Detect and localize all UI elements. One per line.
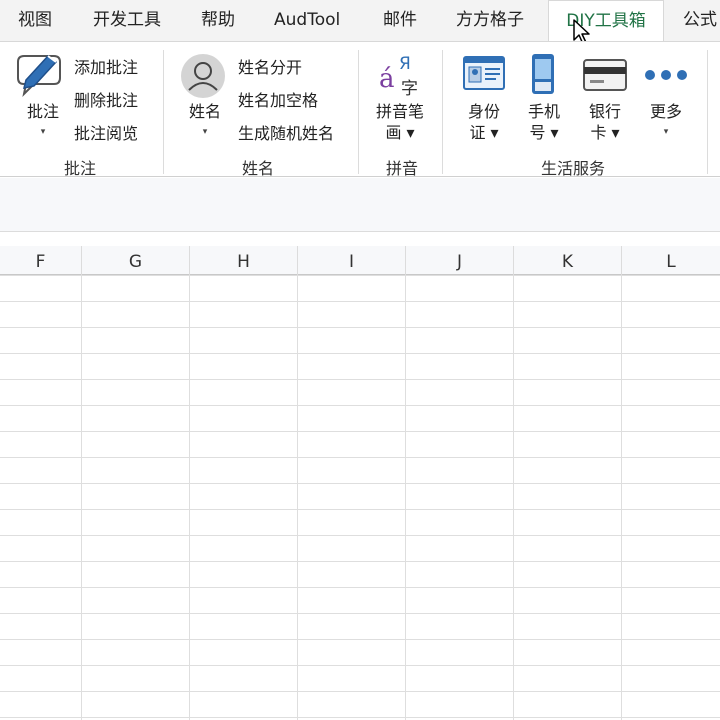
column-g-label: G bbox=[128, 252, 143, 272]
add-comment-button[interactable]: 添加批注 bbox=[74, 54, 138, 78]
browse-comment-label: 批注阅览 bbox=[74, 124, 139, 143]
pinyin-button-label: 拼音笔 bbox=[375, 102, 424, 121]
name-add-space-label: 姓名加空格 bbox=[238, 91, 319, 110]
id-card-label-2: 证 ▾ bbox=[469, 123, 499, 142]
column-header-h[interactable]: H bbox=[190, 246, 298, 275]
ribbon-tab-bar: 视图 开发工具 帮助 AudTool 邮件 方方格子 DIY工具箱 公式 bbox=[0, 0, 720, 42]
column-header-g[interactable]: G bbox=[82, 246, 190, 275]
delete-comment-label: 删除批注 bbox=[74, 91, 139, 110]
grid-column-line bbox=[81, 275, 82, 720]
name-group-label: 姓名 bbox=[241, 159, 274, 178]
column-l-label: L bbox=[666, 252, 676, 272]
life-service-group-label: 生活服务 bbox=[540, 159, 605, 178]
bank-card-label: 银行 bbox=[588, 102, 621, 121]
browse-comment-button[interactable]: 批注阅览 bbox=[74, 120, 138, 144]
grid-column-line bbox=[189, 275, 190, 720]
grid-column-line bbox=[405, 275, 406, 720]
column-header-l[interactable]: L bbox=[622, 246, 720, 275]
comment-dropdown-caret: ▾ bbox=[40, 127, 46, 137]
pen-speech-bubble-icon bbox=[17, 54, 61, 98]
tab-developer[interactable]: 开发工具 bbox=[93, 0, 161, 41]
id-card-label: 身份 bbox=[467, 102, 500, 121]
column-header-i[interactable]: I bbox=[298, 246, 406, 275]
column-h-label: H bbox=[237, 252, 250, 272]
tab-formulas[interactable]: 公式 bbox=[683, 0, 717, 41]
more-dots-icon bbox=[645, 70, 687, 80]
pinyin-button-label-2: 画 ▾ bbox=[385, 123, 415, 142]
random-name-label: 生成随机姓名 bbox=[238, 124, 335, 143]
tab-view-label: 视图 bbox=[18, 10, 52, 30]
bank-card-icon bbox=[583, 59, 627, 91]
group-divider bbox=[358, 50, 359, 174]
id-card-icon bbox=[463, 56, 505, 90]
random-name-button[interactable]: 生成随机姓名 bbox=[238, 120, 334, 144]
tab-diy-toolbox[interactable]: DIY工具箱 bbox=[548, 0, 664, 42]
formula-bar-area[interactable] bbox=[0, 178, 720, 232]
column-j-label: J bbox=[456, 252, 462, 272]
column-header-f[interactable]: F bbox=[0, 246, 82, 275]
tab-mail-label: 邮件 bbox=[383, 10, 417, 30]
group-divider bbox=[442, 50, 443, 174]
tab-fangfanggezi-label: 方方格子 bbox=[456, 10, 524, 30]
column-f-label: F bbox=[35, 252, 46, 272]
bank-card-label-2: 卡 ▾ bbox=[590, 123, 620, 142]
person-avatar-icon bbox=[181, 54, 225, 98]
grid-column-line bbox=[513, 275, 514, 720]
pinyin-icon-char: 字 bbox=[401, 79, 418, 99]
pinyin-group-label: 拼音 bbox=[385, 159, 418, 178]
group-divider bbox=[163, 50, 164, 174]
tab-formulas-label: 公式 bbox=[683, 10, 717, 30]
tab-view[interactable]: 视图 bbox=[18, 0, 52, 41]
ribbon-panel: 批注 ▾ 添加批注 删除批注 批注阅览 批注 姓名 ▾ 姓名分开 姓名加空格 生… bbox=[0, 41, 720, 178]
pinyin-icon: á Я 字 bbox=[377, 54, 425, 99]
name-add-space-button[interactable]: 姓名加空格 bbox=[238, 87, 318, 111]
tab-developer-label: 开发工具 bbox=[93, 10, 161, 30]
column-header-k[interactable]: K bbox=[514, 246, 622, 275]
name-dropdown-caret: ▾ bbox=[202, 127, 208, 137]
grid-column-line bbox=[297, 275, 298, 720]
cell-grid[interactable] bbox=[0, 275, 720, 720]
mobile-number-label: 手机 bbox=[527, 102, 560, 121]
split-name-button[interactable]: 姓名分开 bbox=[238, 54, 302, 78]
more-label: 更多 bbox=[649, 102, 682, 121]
pinyin-icon-accent: á bbox=[379, 64, 395, 94]
grid-column-line bbox=[621, 275, 622, 720]
column-k-label: K bbox=[561, 252, 574, 272]
group-divider bbox=[707, 50, 708, 174]
column-header-j[interactable]: J bbox=[406, 246, 514, 275]
comment-button-label: 批注 bbox=[26, 102, 59, 121]
tab-mail[interactable]: 邮件 bbox=[383, 0, 417, 41]
tab-help-label: 帮助 bbox=[201, 10, 235, 30]
delete-comment-button[interactable]: 删除批注 bbox=[74, 87, 138, 111]
comment-group-label: 批注 bbox=[63, 159, 96, 178]
more-dropdown-caret: ▾ bbox=[663, 127, 669, 137]
mobile-phone-icon bbox=[532, 54, 554, 94]
mobile-number-label-2: 号 ▾ bbox=[529, 123, 559, 142]
tab-fangfanggezi[interactable]: 方方格子 bbox=[456, 0, 524, 41]
tab-audtool-label: AudTool bbox=[274, 10, 341, 30]
split-name-label: 姓名分开 bbox=[238, 58, 303, 77]
column-header-row: F G H I J K L bbox=[0, 246, 720, 275]
pinyin-icon-letter: Я bbox=[399, 54, 411, 74]
name-button-label: 姓名 bbox=[188, 102, 221, 121]
tab-help[interactable]: 帮助 bbox=[201, 0, 235, 41]
add-comment-label: 添加批注 bbox=[74, 58, 139, 77]
column-i-label: I bbox=[348, 252, 354, 272]
tab-audtool[interactable]: AudTool bbox=[274, 0, 340, 41]
